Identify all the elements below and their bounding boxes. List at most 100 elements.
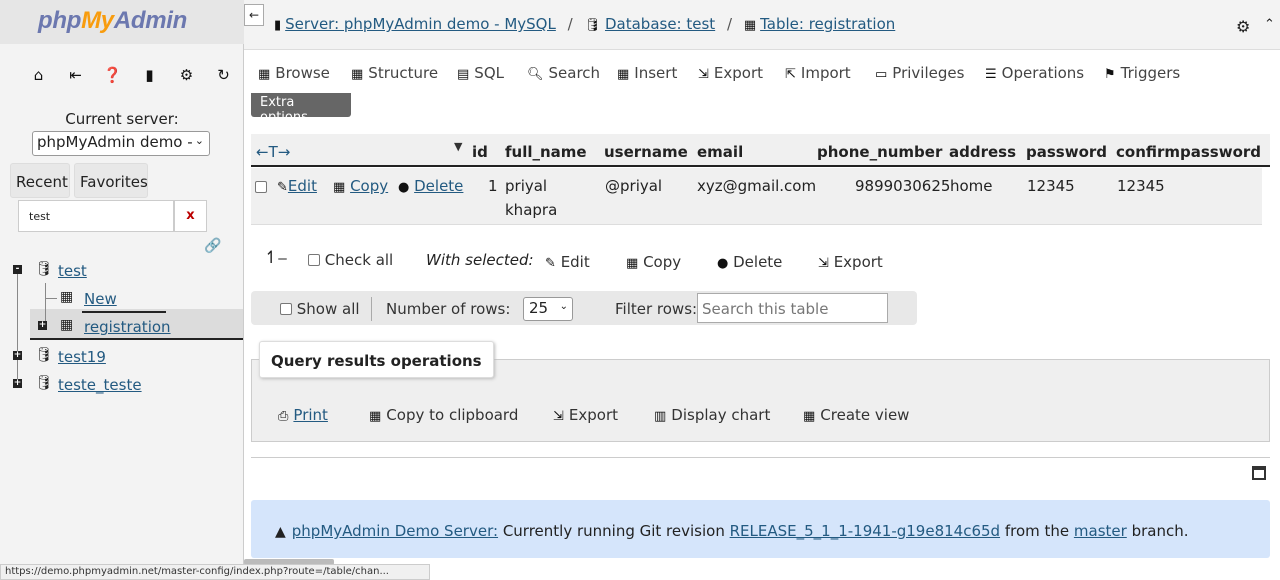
reload-icon[interactable]: ↻ bbox=[205, 66, 242, 84]
console-icon[interactable] bbox=[1252, 466, 1266, 480]
row-edit-link[interactable]: ✎Edit bbox=[277, 177, 317, 195]
row-copy-link[interactable]: ▦ Copy bbox=[333, 177, 388, 195]
breadcrumb-database[interactable]: Database: test bbox=[605, 15, 715, 33]
bulk-copy-button[interactable]: ▦ Copy bbox=[626, 253, 681, 271]
server-select[interactable]: phpMyAdmin demo - ⌄ bbox=[32, 131, 210, 156]
column-header-confirmpassword[interactable]: confirmpassword bbox=[1116, 143, 1261, 161]
database-filter-input[interactable]: test bbox=[18, 200, 174, 232]
collapse-icon[interactable]: - bbox=[13, 265, 22, 274]
tab-privileges[interactable]: ▭ Privileges bbox=[875, 64, 964, 82]
expand-icon[interactable]: + bbox=[13, 351, 22, 360]
browse-icon: ▦ bbox=[258, 67, 271, 82]
rows-label: Number of rows: bbox=[386, 300, 511, 318]
tab-search-label: Search bbox=[548, 64, 601, 82]
pencil-icon: ✎ bbox=[277, 180, 288, 195]
create-view-button[interactable]: ▦ Create view bbox=[803, 406, 909, 424]
phpmyadmin-logo[interactable]: phpMyAdmin bbox=[38, 7, 187, 35]
breadcrumb-server[interactable]: Server: phpMyAdmin demo - MySQL bbox=[285, 15, 556, 33]
row-delete-link[interactable]: ● Delete bbox=[398, 177, 463, 195]
column-header-email[interactable]: email bbox=[697, 143, 743, 161]
tab-browse-label: Browse bbox=[275, 64, 330, 82]
breadcrumb-separator: / bbox=[726, 15, 733, 33]
new-table-icon: ▦ bbox=[60, 289, 74, 305]
browser-status-url: https://demo.phpmyadmin.net/master-confi… bbox=[0, 564, 430, 580]
notice-revision-link[interactable]: RELEASE_5_1_1-1941-g19e814c65d bbox=[730, 522, 1000, 540]
home-icon[interactable]: ⌂ bbox=[20, 66, 57, 84]
bulk-edit-button[interactable]: ✎ Edit bbox=[545, 253, 590, 271]
expand-icon[interactable]: + bbox=[13, 379, 22, 388]
logout-icon[interactable]: ⇤ bbox=[57, 66, 94, 84]
create-view-label: Create view bbox=[820, 406, 910, 424]
rows-per-page-value: 25 bbox=[529, 299, 549, 317]
tab-browse[interactable]: ▦ Browse bbox=[258, 64, 330, 82]
check-all-label: Check all bbox=[324, 251, 394, 269]
tree-line bbox=[45, 298, 57, 299]
tree-label-new[interactable]: New bbox=[84, 290, 117, 308]
sort-desc-icon[interactable]: ▼ bbox=[454, 140, 462, 153]
notice-branch-link[interactable]: master bbox=[1074, 522, 1127, 540]
search-icon: 🔍︎ bbox=[527, 67, 544, 82]
column-header-username[interactable]: username bbox=[604, 143, 688, 161]
notice-text: ▲ phpMyAdmin Demo Server: Currently runni… bbox=[275, 522, 1188, 540]
copy-to-clipboard-button[interactable]: ▦ Copy to clipboard bbox=[369, 406, 518, 424]
export-icon: ⇲ bbox=[553, 409, 564, 424]
reload-icon[interactable]: ⌃ bbox=[1264, 17, 1275, 32]
extra-options-button[interactable]: Extra options bbox=[251, 93, 351, 125]
favorites-tab[interactable]: Favorites bbox=[74, 163, 148, 198]
tab-search[interactable]: 🔍︎ Search bbox=[527, 64, 600, 82]
tree-label-registration[interactable]: registration bbox=[84, 318, 171, 336]
tab-operations-label: Operations bbox=[1001, 64, 1085, 82]
check-all-toggle[interactable]: Check all bbox=[308, 251, 393, 269]
clear-filter-button[interactable]: x bbox=[174, 200, 207, 232]
tab-sql[interactable]: ▤ SQL bbox=[457, 64, 504, 82]
cell-email: xyz@gmail.com bbox=[697, 177, 817, 195]
chart-icon: ▥ bbox=[654, 409, 667, 424]
bulk-export-button[interactable]: ⇲ Export bbox=[818, 253, 883, 271]
delete-icon: ● bbox=[717, 256, 729, 271]
column-header-password[interactable]: password bbox=[1026, 143, 1107, 161]
tab-triggers-label: Triggers bbox=[1120, 64, 1181, 82]
cell-phone-number: 9899030625 bbox=[855, 177, 951, 195]
bulk-delete-button[interactable]: ● Delete bbox=[717, 253, 782, 271]
breadcrumb-table[interactable]: Table: registration bbox=[760, 15, 895, 33]
tab-import[interactable]: ⇱ Import bbox=[785, 64, 851, 82]
show-all-toggle[interactable]: Show all bbox=[280, 300, 360, 318]
column-header-phone-number[interactable]: phone_number bbox=[817, 143, 942, 161]
cell-password: 12345 bbox=[1027, 177, 1075, 195]
checkbox-box bbox=[255, 181, 267, 193]
docs-icon[interactable]: ▮ bbox=[131, 66, 168, 84]
tab-export[interactable]: ⇲ Export bbox=[698, 64, 763, 82]
collapse-sidebar-button[interactable]: ← bbox=[244, 4, 264, 26]
view-icon: ▦ bbox=[803, 409, 816, 424]
tree-label-teste-teste[interactable]: teste_teste bbox=[58, 376, 142, 394]
print-button[interactable]: ⎙ Print bbox=[278, 406, 328, 424]
row-checkbox[interactable] bbox=[255, 178, 267, 196]
tab-triggers[interactable]: ⚑ Triggers bbox=[1104, 64, 1180, 82]
tab-structure[interactable]: ▦ Structure bbox=[351, 64, 438, 82]
column-header-id[interactable]: id bbox=[472, 143, 488, 161]
column-expand-arrows[interactable]: ←T→ bbox=[256, 143, 290, 161]
tab-insert[interactable]: ▦ Insert bbox=[617, 64, 677, 82]
delete-icon: ● bbox=[398, 180, 410, 195]
column-header-full-name[interactable]: full_name bbox=[505, 143, 587, 161]
chevron-down-icon: ⌄ bbox=[194, 134, 204, 147]
settings-icon[interactable]: ⚙ bbox=[168, 66, 205, 84]
table-icon: ▦ bbox=[60, 317, 74, 333]
notice-demo-server-link[interactable]: phpMyAdmin Demo Server: bbox=[292, 522, 498, 540]
tab-operations[interactable]: ☰ Operations bbox=[985, 64, 1084, 82]
bulk-delete-label: Delete bbox=[733, 253, 783, 271]
recent-tab[interactable]: Recent bbox=[10, 163, 70, 198]
copy-to-clipboard-label: Copy to clipboard bbox=[386, 406, 519, 424]
column-header-address[interactable]: address bbox=[949, 143, 1016, 161]
tree-label-test19[interactable]: test19 bbox=[58, 348, 106, 366]
tree-line bbox=[30, 338, 243, 340]
expand-icon[interactable]: + bbox=[38, 321, 47, 330]
link-icon[interactable]: 🔗 bbox=[204, 238, 221, 254]
tree-label-test[interactable]: test bbox=[58, 262, 87, 280]
rows-per-page-select[interactable]: 25 ⌄ bbox=[523, 297, 573, 321]
filter-rows-input[interactable]: Search this table bbox=[697, 293, 888, 323]
help-icon[interactable]: ❓ bbox=[94, 66, 131, 84]
display-chart-button[interactable]: ▥ Display chart bbox=[654, 406, 770, 424]
export-results-button[interactable]: ⇲ Export bbox=[553, 406, 618, 424]
gear-icon[interactable]: ⚙ bbox=[1236, 17, 1250, 36]
